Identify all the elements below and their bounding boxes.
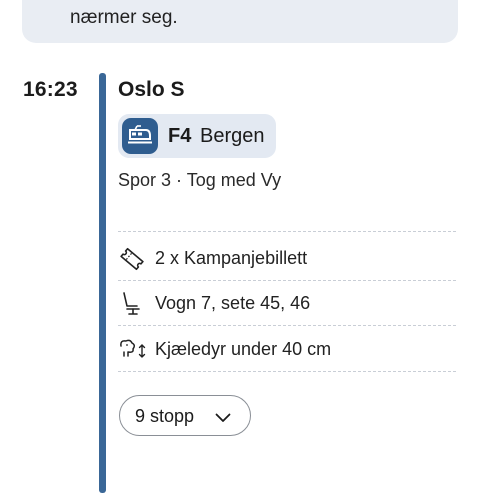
train-icon: [122, 118, 158, 154]
divider: [118, 325, 456, 326]
pet-icon: [118, 337, 146, 363]
departure-time: 16:23: [23, 78, 78, 101]
pet-text: Kjæledyr under 40 cm: [155, 339, 332, 359]
station-name: Oslo S: [118, 78, 185, 101]
ticket-text: 2 x Kampanjebillett: [155, 248, 308, 268]
timeline-bar: [99, 73, 106, 493]
divider: [118, 231, 456, 232]
seat-text: Vogn 7, sete 45, 46: [155, 293, 311, 313]
notice-text: nærmer seg.: [70, 7, 178, 28]
stops-toggle-button[interactable]: 9 stopp: [119, 395, 251, 436]
chevron-down-icon: [215, 410, 231, 428]
line-code: F4: [168, 125, 192, 147]
line-badge[interactable]: F4 Bergen: [118, 114, 276, 158]
divider: [118, 280, 456, 281]
divider: [118, 371, 456, 372]
ticket-icon: [118, 246, 146, 272]
platform-info: Spor 3 · Tog med Vy: [118, 170, 282, 190]
line-destination: Bergen: [200, 125, 265, 147]
seat-icon: [118, 291, 146, 317]
stops-label: 9 stopp: [135, 406, 195, 426]
info-notice: nærmer seg.: [22, 0, 458, 43]
